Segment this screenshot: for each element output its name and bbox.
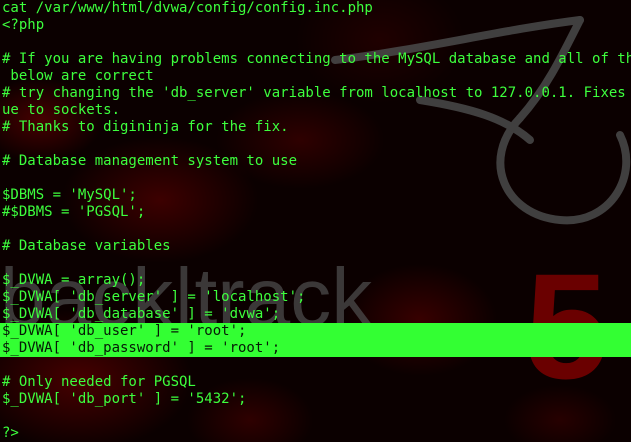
terminal-line: # Thanks to digininja for the fix. [2,119,289,135]
terminal-line: $_DVWA = array(); [2,272,146,288]
terminal-line: # try changing the 'db_server' variable … [2,85,631,101]
terminal-line-selected: $_DVWA[ 'db_user' ] = 'root'; [0,323,631,340]
terminal-line: # Database management system to use [2,153,298,169]
terminal-output[interactable]: cat /var/www/html/dvwa/config/config.inc… [0,0,631,442]
terminal-line: # If you are having problems connecting … [2,51,631,67]
terminal-line: #$DBMS = 'PGSQL'; [2,204,146,220]
terminal-line: below are correct [2,68,154,84]
terminal-line: # Only needed for PGSQL [2,374,196,390]
terminal-line: # Database variables [2,238,171,254]
terminal-line: ue to sockets. [2,102,121,118]
terminal-window[interactable]: back|track 5 cat /var/www/html/dvwa/conf… [0,0,631,442]
terminal-line-selected: $_DVWA[ 'db_password' ] = 'root'; [0,340,631,357]
terminal-line: $_DVWA[ 'db_server' ] = 'localhost'; [2,289,306,305]
terminal-line: $_DVWA[ 'db_database' ] = 'dvwa'; [2,306,281,322]
terminal-line: $DBMS = 'MySQL'; [2,187,137,203]
terminal-line: cat /var/www/html/dvwa/config/config.inc… [2,0,373,16]
terminal-line: ?> [2,425,19,441]
terminal-line: $_DVWA[ 'db_port' ] = '5432'; [2,391,247,407]
terminal-line: <?php [2,17,45,33]
